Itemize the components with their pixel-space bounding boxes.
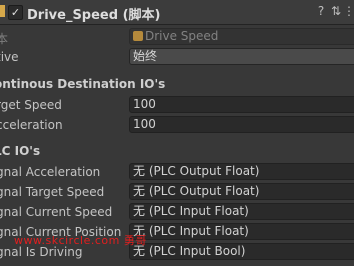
- menu-icon[interactable]: ⋮: [343, 3, 354, 19]
- plc-section-heading: LC IO's: [0, 144, 41, 158]
- plc-signal-row: gnal Acceleration 无 (PLC Output Float): [0, 163, 354, 183]
- signal-current-speed-label: gnal Current Speed: [0, 205, 113, 219]
- script-label: 本: [0, 32, 9, 46]
- watermark: www.skcircle.com 勇哥: [14, 234, 147, 247]
- component-type: (脚本): [122, 8, 161, 23]
- script-file-icon: [133, 31, 143, 41]
- signal-acceleration-field[interactable]: 无 (PLC Output Float): [129, 163, 354, 180]
- active-label: tive: [0, 50, 19, 64]
- target-speed-row: rget Speed 100: [0, 96, 354, 116]
- acceleration-row: cceleration 100: [0, 116, 354, 136]
- signal-is-driving-field[interactable]: 无 (PLC Input Bool): [129, 243, 354, 260]
- target-speed-label: rget Speed: [0, 98, 62, 112]
- signal-current-speed-field[interactable]: 无 (PLC Input Float): [129, 203, 354, 220]
- active-dropdown[interactable]: 始终: [129, 48, 354, 65]
- continuous-section-heading: ontinous Destination IO's: [0, 77, 166, 91]
- target-speed-input[interactable]: 100: [129, 96, 354, 113]
- script-row: 本 Drive Speed: [0, 28, 354, 48]
- signal-target-speed-field[interactable]: 无 (PLC Output Float): [129, 183, 354, 200]
- help-icon[interactable]: ?: [314, 3, 328, 19]
- active-row: tive 始终: [0, 48, 354, 68]
- script-value: Drive Speed: [145, 29, 219, 43]
- plc-signal-row: gnal Target Speed 无 (PLC Output Float): [0, 183, 354, 203]
- acceleration-input[interactable]: 100: [129, 116, 354, 133]
- preset-icon[interactable]: ⇅: [330, 3, 342, 19]
- acceleration-label: cceleration: [0, 118, 63, 132]
- component-name: Drive_Speed: [27, 8, 119, 23]
- enable-component-checkbox[interactable]: ✓: [8, 5, 23, 20]
- component-title: Drive_Speed (脚本): [27, 4, 160, 23]
- plc-signal-row: gnal Current Speed 无 (PLC Input Float): [0, 203, 354, 223]
- signal-current-position-field[interactable]: 无 (PLC Input Float): [129, 223, 354, 240]
- expand-arrow-icon[interactable]: [0, 5, 5, 17]
- signal-acceleration-label: gnal Acceleration: [0, 165, 101, 179]
- script-field: Drive Speed: [129, 28, 354, 45]
- signal-target-speed-label: gnal Target Speed: [0, 185, 105, 199]
- component-header: ✓ Drive_Speed (脚本) ? ⇅ ⋮: [0, 0, 354, 25]
